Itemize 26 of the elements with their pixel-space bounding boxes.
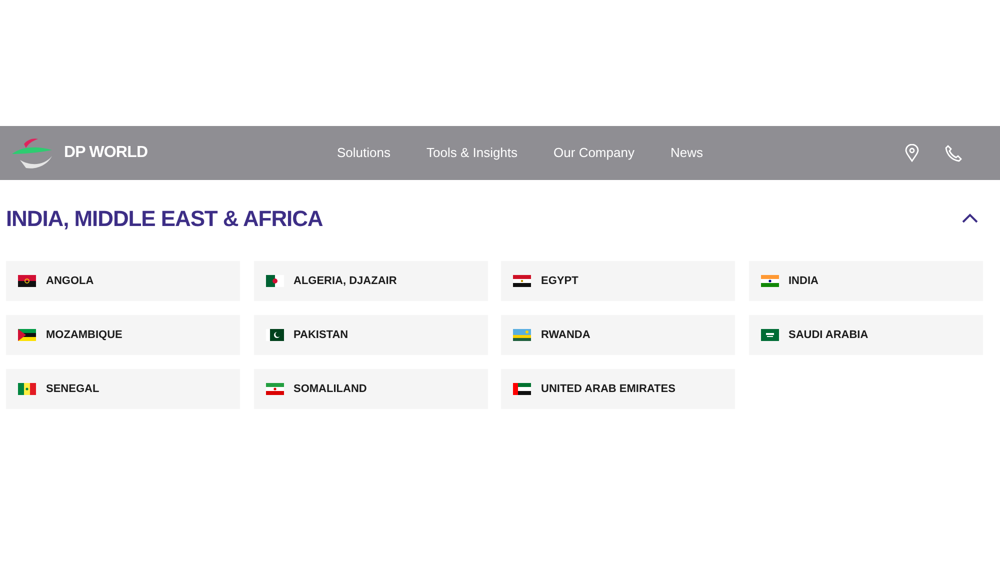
country-link[interactable]: ANGOLA	[6, 261, 240, 301]
location-pin-icon[interactable]	[905, 144, 919, 162]
flag-icon	[760, 275, 778, 287]
country-link[interactable]: INDIA	[748, 261, 982, 301]
country-link[interactable]: SAUDI ARABIA	[748, 315, 982, 355]
country-link[interactable]: UNITED ARAB EMIRATES	[501, 369, 735, 409]
chevron-up-icon[interactable]	[962, 213, 978, 223]
flag-icon	[513, 329, 531, 341]
flag-icon	[18, 383, 36, 395]
phone-icon[interactable]	[945, 144, 962, 162]
flag-icon	[18, 275, 36, 287]
flag-icon	[18, 329, 36, 341]
country-link[interactable]: PAKISTAN	[254, 315, 488, 355]
flag-icon	[513, 275, 531, 287]
flag-icon	[513, 383, 531, 395]
country-link[interactable]: SOMALILAND	[254, 369, 488, 409]
section-title: INDIA, MIDDLE EAST & AFRICA	[6, 204, 323, 232]
flag-icon	[760, 329, 778, 341]
country-link[interactable]: SENEGAL	[6, 369, 240, 409]
country-link[interactable]: RWANDA	[501, 315, 735, 355]
country-link[interactable]: MOZAMBIQUE	[6, 315, 240, 355]
country-link[interactable]: EGYPT	[501, 261, 735, 301]
flag-icon	[266, 275, 284, 287]
flag-icon	[266, 329, 284, 341]
flag-icon	[266, 383, 284, 395]
country-link[interactable]: ALGERIA, DJAZAIR	[254, 261, 488, 301]
